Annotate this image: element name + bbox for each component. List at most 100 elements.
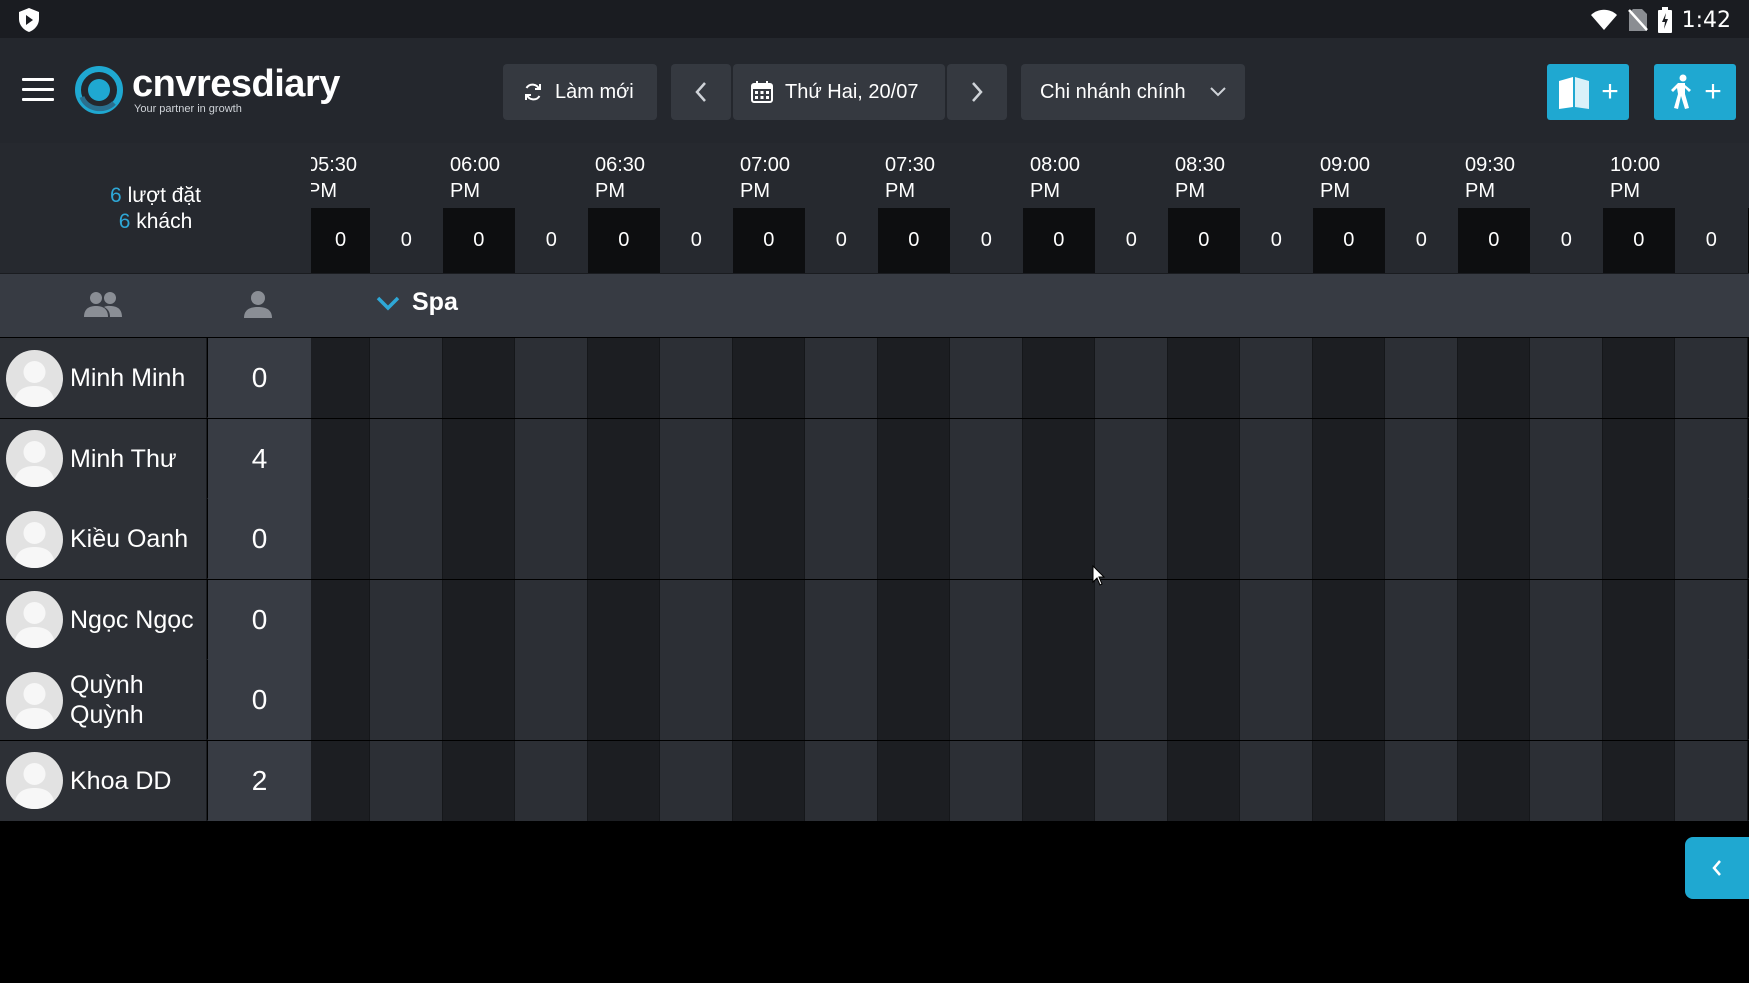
time-slot-cell[interactable] [515, 660, 588, 740]
time-slot-cell[interactable] [1022, 740, 1095, 821]
time-slot-cell[interactable] [442, 338, 515, 418]
time-slot-cell[interactable] [1095, 740, 1168, 821]
time-slot-cell[interactable] [1530, 499, 1603, 579]
time-slot-cell[interactable] [1167, 740, 1240, 821]
time-slot-cell[interactable] [1675, 579, 1748, 660]
time-slot-cell[interactable] [1675, 338, 1748, 418]
time-slot-cell[interactable] [1167, 660, 1240, 740]
time-slot-cell[interactable] [587, 660, 660, 740]
time-slot-cell[interactable] [1602, 660, 1675, 740]
time-slot-cell[interactable] [1602, 418, 1675, 499]
time-slot-cell[interactable] [311, 740, 370, 821]
time-slot-cell[interactable] [1022, 660, 1095, 740]
staff-name-cell[interactable]: Ngọc Ngọc [0, 579, 207, 660]
time-slot-cell[interactable] [442, 579, 515, 660]
time-slot-cell[interactable] [805, 579, 878, 660]
time-slot-cell[interactable] [587, 418, 660, 499]
time-slot-cell[interactable] [442, 499, 515, 579]
time-slot-cell[interactable] [1457, 418, 1530, 499]
time-slot-cell[interactable] [1675, 499, 1748, 579]
time-slot-cell[interactable] [1385, 338, 1458, 418]
time-slot-cell[interactable] [1312, 418, 1385, 499]
staff-name-cell[interactable]: Kiều Oanh [0, 499, 207, 579]
time-slot-cell[interactable] [805, 740, 878, 821]
time-slot-cell[interactable] [1095, 660, 1168, 740]
time-slot-cell[interactable] [1457, 499, 1530, 579]
time-slot-cell[interactable] [732, 660, 805, 740]
time-slot-cell[interactable] [1385, 499, 1458, 579]
time-slot-cell[interactable] [442, 660, 515, 740]
time-slot-cell[interactable] [1530, 579, 1603, 660]
time-slot-cell[interactable] [1530, 338, 1603, 418]
time-slot-cell[interactable] [660, 740, 733, 821]
time-slot-cell[interactable] [1022, 499, 1095, 579]
time-slot-cell[interactable] [1240, 660, 1313, 740]
staff-name-cell[interactable]: Khoa DD [0, 740, 207, 821]
time-slot-cell[interactable] [515, 579, 588, 660]
time-slot-cell[interactable] [877, 740, 950, 821]
time-slot-cell[interactable] [877, 660, 950, 740]
time-slot-cell[interactable] [311, 499, 370, 579]
time-slot-cell[interactable] [1022, 338, 1095, 418]
time-slot-cell[interactable] [877, 418, 950, 499]
time-slot-cell[interactable] [1240, 579, 1313, 660]
time-slot-cell[interactable] [587, 740, 660, 821]
time-slot-cell[interactable] [877, 499, 950, 579]
time-slot-cell[interactable] [1312, 740, 1385, 821]
next-day-button[interactable] [947, 64, 1007, 120]
time-slot-cell[interactable] [1530, 740, 1603, 821]
time-slot-cell[interactable] [950, 740, 1023, 821]
time-slot-cell[interactable] [515, 499, 588, 579]
time-slot-cell[interactable] [1312, 338, 1385, 418]
time-slot-cell[interactable] [660, 499, 733, 579]
time-slot-cell[interactable] [1167, 338, 1240, 418]
time-slot-cell[interactable] [370, 579, 443, 660]
time-slot-cell[interactable] [660, 579, 733, 660]
time-slot-cell[interactable] [950, 418, 1023, 499]
group-toggle-spa[interactable]: Spa [376, 288, 458, 317]
time-slot-cell[interactable] [950, 499, 1023, 579]
time-slot-cell[interactable] [1457, 338, 1530, 418]
time-slot-cell[interactable] [950, 660, 1023, 740]
time-slot-cell[interactable] [732, 740, 805, 821]
time-slot-cell[interactable] [732, 579, 805, 660]
side-panel-toggle[interactable] [1685, 837, 1749, 899]
time-slot-cell[interactable] [1095, 579, 1168, 660]
time-slot-cell[interactable] [311, 579, 370, 660]
time-slot-cell[interactable] [660, 418, 733, 499]
date-picker-button[interactable]: Thứ Hai, 20/07 [733, 64, 945, 120]
time-slot-cell[interactable] [311, 660, 370, 740]
time-slot-cell[interactable] [732, 418, 805, 499]
time-slot-cell[interactable] [370, 499, 443, 579]
time-slot-cell[interactable] [515, 418, 588, 499]
staff-name-cell[interactable]: Quỳnh Quỳnh [0, 660, 207, 740]
time-slot-cell[interactable] [1312, 660, 1385, 740]
time-slot-cell[interactable] [1457, 660, 1530, 740]
time-slot-cell[interactable] [1675, 660, 1748, 740]
time-slot-cell[interactable] [1240, 740, 1313, 821]
time-slot-cell[interactable] [732, 338, 805, 418]
time-slot-cell[interactable] [442, 740, 515, 821]
prev-day-button[interactable] [671, 64, 731, 120]
time-slot-cell[interactable] [1675, 740, 1748, 821]
time-slot-cell[interactable] [370, 740, 443, 821]
time-slot-cell[interactable] [1240, 338, 1313, 418]
time-slot-cell[interactable] [660, 338, 733, 418]
time-slot-cell[interactable] [1095, 338, 1168, 418]
time-slot-cell[interactable] [370, 338, 443, 418]
time-slot-cell[interactable] [1602, 579, 1675, 660]
time-slot-cell[interactable] [1167, 579, 1240, 660]
time-slot-cell[interactable] [660, 660, 733, 740]
time-slot-cell[interactable] [1312, 579, 1385, 660]
time-slot-cell[interactable] [587, 499, 660, 579]
time-slot-cell[interactable] [1022, 579, 1095, 660]
time-slot-cell[interactable] [442, 418, 515, 499]
branch-select[interactable]: Chi nhánh chính [1021, 64, 1245, 120]
time-slot-cell[interactable] [311, 338, 370, 418]
time-slot-cell[interactable] [1312, 499, 1385, 579]
time-slot-cell[interactable] [805, 499, 878, 579]
time-slot-cell[interactable] [805, 418, 878, 499]
time-slot-cell[interactable] [732, 499, 805, 579]
add-walkin-button[interactable]: + [1654, 64, 1736, 120]
time-slot-cell[interactable] [1675, 418, 1748, 499]
